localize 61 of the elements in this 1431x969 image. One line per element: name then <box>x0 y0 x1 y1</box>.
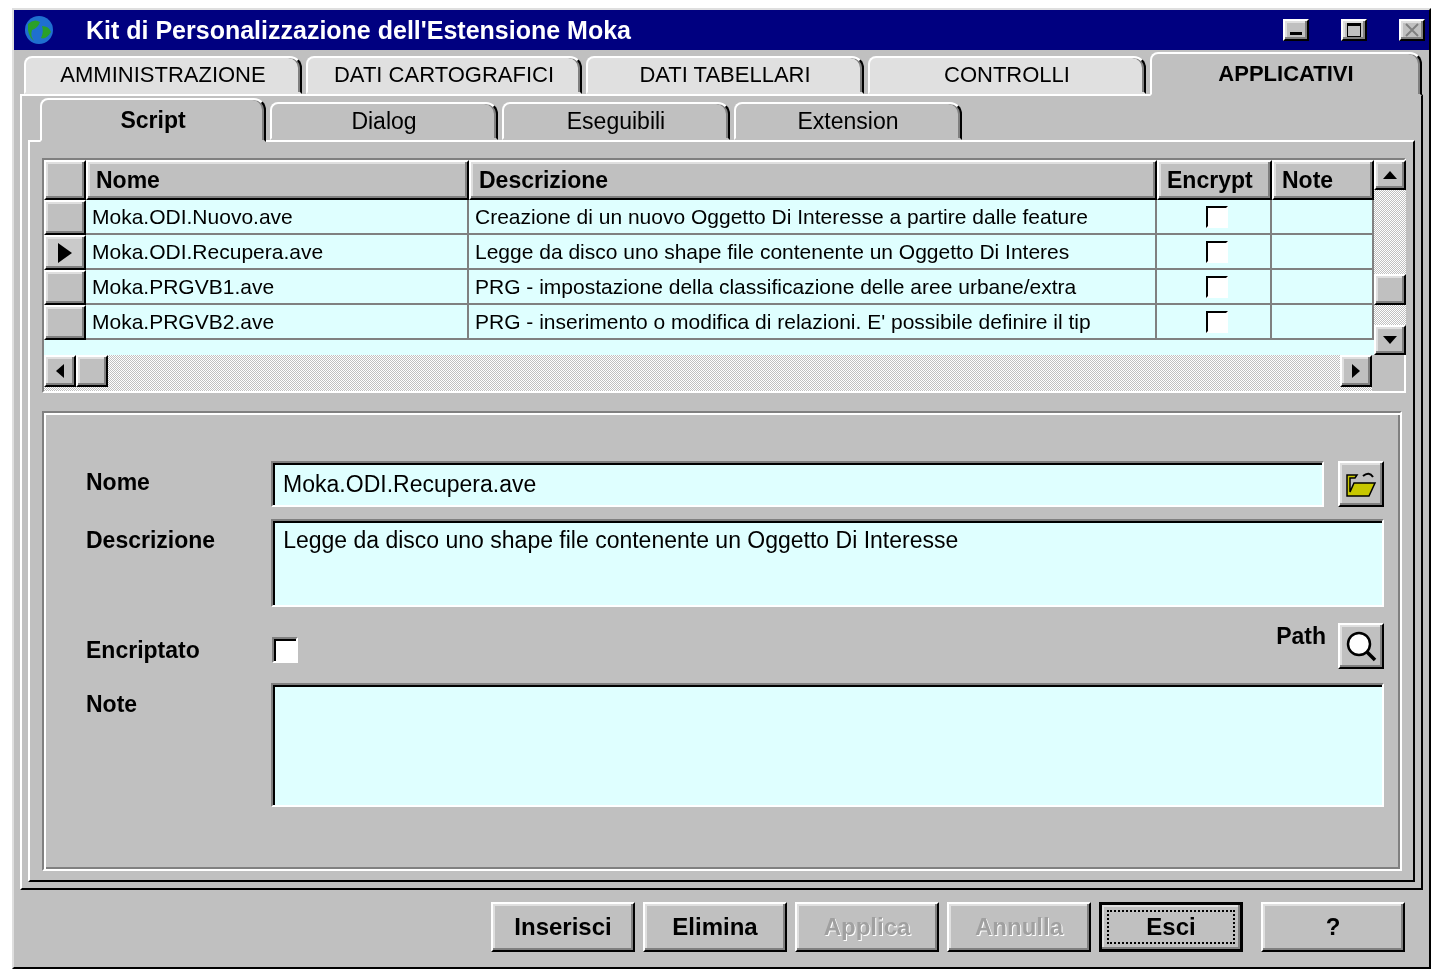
table-cell: Moka.PRGVB1.ave <box>86 270 469 305</box>
open-folder-button[interactable] <box>1338 461 1384 507</box>
subtab[interactable]: Script <box>40 98 266 142</box>
close-icon <box>1404 23 1420 37</box>
scroll-right-button[interactable] <box>1340 355 1372 387</box>
tab[interactable]: CONTROLLI <box>868 56 1146 94</box>
field-label: Descrizione <box>86 526 217 554</box>
search-button[interactable] <box>1338 623 1384 669</box>
table-cell: Moka.PRGVB2.ave <box>86 305 469 340</box>
checkbox[interactable] <box>272 637 298 663</box>
field-label: Encriptato <box>86 635 201 664</box>
checkbox[interactable] <box>1205 310 1228 333</box>
search-icon <box>1345 630 1377 662</box>
scroll-thumb[interactable] <box>76 355 108 387</box>
globe-icon <box>22 14 56 46</box>
subtab[interactable]: Extension <box>734 102 962 140</box>
tab[interactable]: DATI CARTOGRAFICI <box>306 56 582 94</box>
tab[interactable]: DATI TABELLARI <box>586 56 864 94</box>
subtab[interactable]: Dialog <box>270 102 498 140</box>
scroll-left-button[interactable] <box>44 355 76 387</box>
table-cell: Creazione di un nuovo Oggetto Di Interesse a partire dalle feature <box>469 200 1157 235</box>
checkbox[interactable] <box>1205 275 1228 298</box>
row-selector[interactable] <box>44 200 86 235</box>
table-cell: Moka.ODI.Nuovo.ave <box>86 200 469 235</box>
column-header[interactable]: Descrizione <box>469 160 1157 200</box>
checkbox[interactable] <box>1205 205 1228 228</box>
action-button[interactable]: ? <box>1261 902 1405 952</box>
note-field[interactable] <box>271 683 1384 807</box>
column-header[interactable]: Note <box>1272 160 1374 200</box>
field-label: Nome <box>86 468 151 496</box>
tab[interactable]: APPLICATIVI <box>1150 52 1422 96</box>
column-header[interactable]: Nome <box>86 160 469 200</box>
maximize-button[interactable] <box>1341 19 1367 41</box>
description-field[interactable]: Legge da disco uno shape file contenente un Oggetto Di Interesse <box>271 519 1384 607</box>
row-selector[interactable] <box>44 270 86 305</box>
window-title: Kit di Personalizzazione dell'Estensione Moka <box>86 15 632 45</box>
down-arrow-icon <box>1382 334 1398 345</box>
field-label: Path <box>1276 623 1326 650</box>
right-arrow-icon <box>1351 363 1361 379</box>
subtab[interactable]: Eseguibili <box>502 102 730 140</box>
scroll-thumb[interactable] <box>1374 274 1406 305</box>
name-field[interactable]: Moka.ODI.Recupera.ave <box>271 461 1325 507</box>
up-arrow-icon <box>1382 170 1398 181</box>
scroll-down-button[interactable] <box>1374 324 1406 355</box>
column-header[interactable]: Encrypt <box>1157 160 1272 200</box>
row-selector[interactable] <box>44 305 86 340</box>
table-cell: PRG - inserimento o modifica di relazioni. E' possibile definire il tip <box>469 305 1157 340</box>
horizontal-scrollbar[interactable] <box>44 355 1372 391</box>
table-cell: Legge da disco uno shape file contenente un Oggetto Di Interes <box>469 235 1157 270</box>
field-label: Note <box>86 690 139 718</box>
close-button[interactable] <box>1399 19 1425 41</box>
folder-icon <box>1345 470 1378 498</box>
scroll-up-button[interactable] <box>1374 160 1406 191</box>
table-cell: PRG - impostazione della classificazione delle aree urbane/extra <box>469 270 1157 305</box>
left-arrow-icon <box>55 363 65 379</box>
row-selector[interactable] <box>44 235 86 270</box>
vertical-scrollbar[interactable] <box>1374 160 1406 355</box>
tab[interactable]: AMMINISTRAZIONE <box>24 56 302 94</box>
table-cell: Moka.ODI.Recupera.ave <box>86 235 469 270</box>
checkbox[interactable] <box>1205 240 1228 263</box>
minimize-button[interactable] <box>1283 19 1309 41</box>
